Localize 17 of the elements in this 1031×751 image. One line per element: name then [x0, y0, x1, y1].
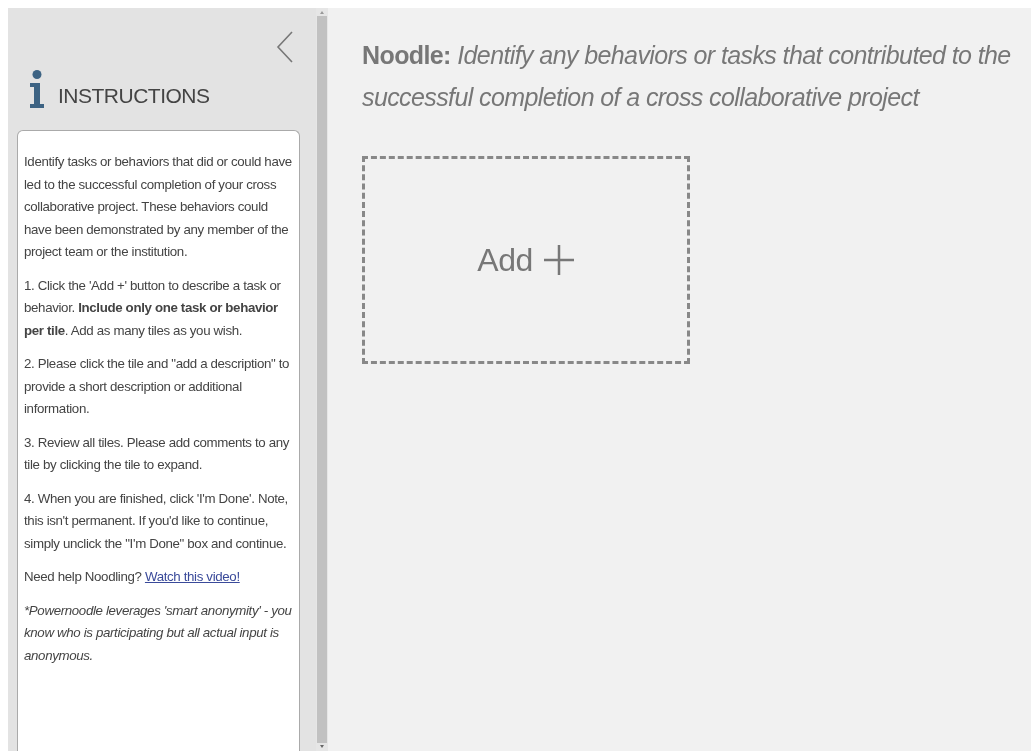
instruction-text: 3. Review all tiles. Please add comments to any tile by clicking the tile to expand.: [24, 433, 291, 474]
question-heading: Noodle: Identify any behaviors or tasks that contributed to the successful completion of a cross collaborative project: [362, 40, 1011, 113]
help-text: Need help Noodling?: [24, 569, 142, 584]
instruction-text: 1. Click the 'Add +' button to describe a task or behavior. Include only one task or behavior per tile. Add as many tiles as you wish.: [24, 276, 282, 340]
collapse-button[interactable]: [276, 30, 294, 64]
instruction-text: 2. Please click the tile and "add a description" to provide a short description or additional information.: [24, 355, 291, 418]
anonymity-note: *Powernoodle leverages 'smart anonymity' - you know who is participating but all actual input is anonymous.: [24, 601, 293, 665]
chevron-left-icon: [276, 30, 294, 64]
scrollbar[interactable]: [316, 8, 328, 751]
scrollbar-thumb[interactable]: [317, 16, 327, 743]
instruction-text: 4. When you are finished, click 'I'm Done'. Note, this isn't permanent. If you'd like to continue, simply unclick the "I'm Done" box and continue.: [24, 489, 289, 553]
instructions-title: INSTRUCTIONS: [58, 84, 210, 108]
info-icon: [28, 70, 46, 108]
instruction-text: Identify tasks or behaviors that did or could have led to the successful completion of your cross collaborative project. These behaviors could have been demonstrated by any member of the project team or the institution.: [24, 153, 293, 261]
video-link[interactable]: Watch this video!: [144, 569, 240, 584]
plus-icon: [542, 244, 575, 276]
add-tile-button[interactable]: Add: [362, 156, 690, 364]
